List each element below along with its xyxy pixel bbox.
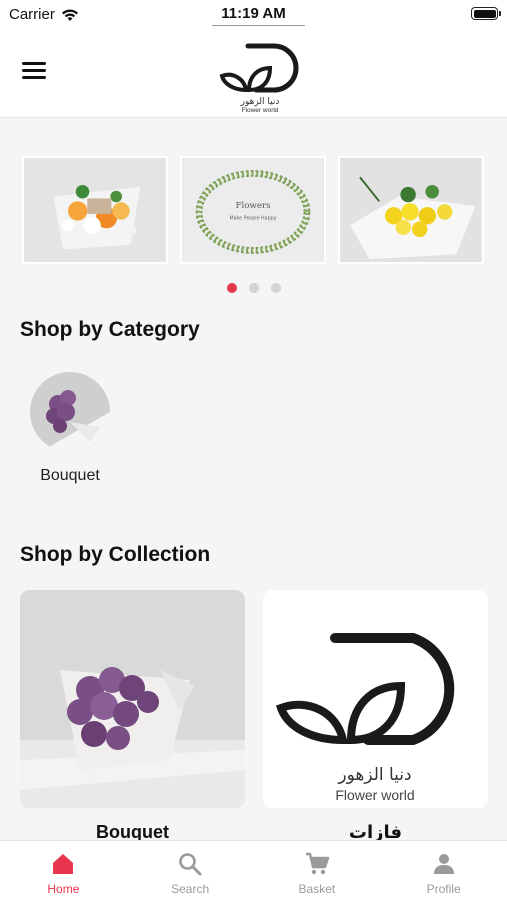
wreath-text-bottom: Make People Happy xyxy=(229,216,276,222)
logo-english-text: Flower world xyxy=(242,107,279,114)
wreath-text-top: Flowers xyxy=(235,201,270,211)
wreath-photo: Flowers Make People Happy xyxy=(182,158,324,262)
tab-profile[interactable]: Profile xyxy=(380,841,507,900)
collection-section-title: Shop by Collection xyxy=(20,543,211,566)
brand-logo[interactable]: دنيا الزهور Flower world xyxy=(216,42,304,114)
status-bar: Carrier 11:19 AM xyxy=(0,0,507,30)
battery-icon xyxy=(471,7,501,20)
carousel-dot[interactable] xyxy=(248,283,259,293)
yellow-roses-photo xyxy=(340,158,482,262)
carousel-dot[interactable] xyxy=(226,283,237,293)
home-icon xyxy=(53,854,74,874)
carousel-pagination xyxy=(0,283,507,293)
carousel-slide[interactable]: Flowers Make People Happy xyxy=(180,156,326,264)
search-icon xyxy=(179,853,202,876)
bottom-tab-bar: Home Search Basket Profile xyxy=(0,840,507,900)
banner-carousel[interactable]: Flowers Make People Happy xyxy=(22,156,488,264)
person-icon xyxy=(433,854,454,874)
category-section-title: Shop by Category xyxy=(20,318,200,341)
collection-logo-english: Flower world xyxy=(335,787,414,803)
menu-icon-bar xyxy=(22,69,46,72)
status-divider xyxy=(212,25,305,26)
tab-home[interactable]: Home xyxy=(0,841,127,900)
carousel-slide[interactable] xyxy=(22,156,168,264)
carousel-dot[interactable] xyxy=(270,283,281,293)
menu-icon-bar xyxy=(22,76,46,79)
collection-logo-arabic: دنيا الزهور xyxy=(337,765,411,785)
collection-image xyxy=(20,590,245,808)
collection-logo-image: دنيا الزهور Flower world xyxy=(275,633,455,803)
cart-icon xyxy=(305,852,330,875)
tab-label: Search xyxy=(171,882,210,896)
menu-button[interactable] xyxy=(22,62,48,84)
tab-label: Basket xyxy=(298,882,336,896)
tab-label: Profile xyxy=(426,882,461,896)
carousel-slide[interactable] xyxy=(338,156,484,264)
bouquet-photo xyxy=(24,158,166,262)
tab-label: Home xyxy=(47,882,80,896)
app-header: دنيا الزهور Flower world xyxy=(0,30,507,118)
tab-basket[interactable]: Basket xyxy=(254,841,381,900)
tab-search[interactable]: Search xyxy=(127,841,254,900)
category-image xyxy=(30,372,110,452)
collection-card-bouquet[interactable] xyxy=(20,590,245,808)
category-label: Bouquet xyxy=(40,467,100,484)
menu-icon-bar xyxy=(22,62,46,65)
collection-card-vases[interactable]: دنيا الزهور Flower world xyxy=(263,590,488,808)
category-item-bouquet[interactable]: Bouquet xyxy=(30,372,110,484)
logo-arabic-text: دنيا الزهور xyxy=(240,97,280,107)
status-time: 11:19 AM xyxy=(221,5,286,22)
